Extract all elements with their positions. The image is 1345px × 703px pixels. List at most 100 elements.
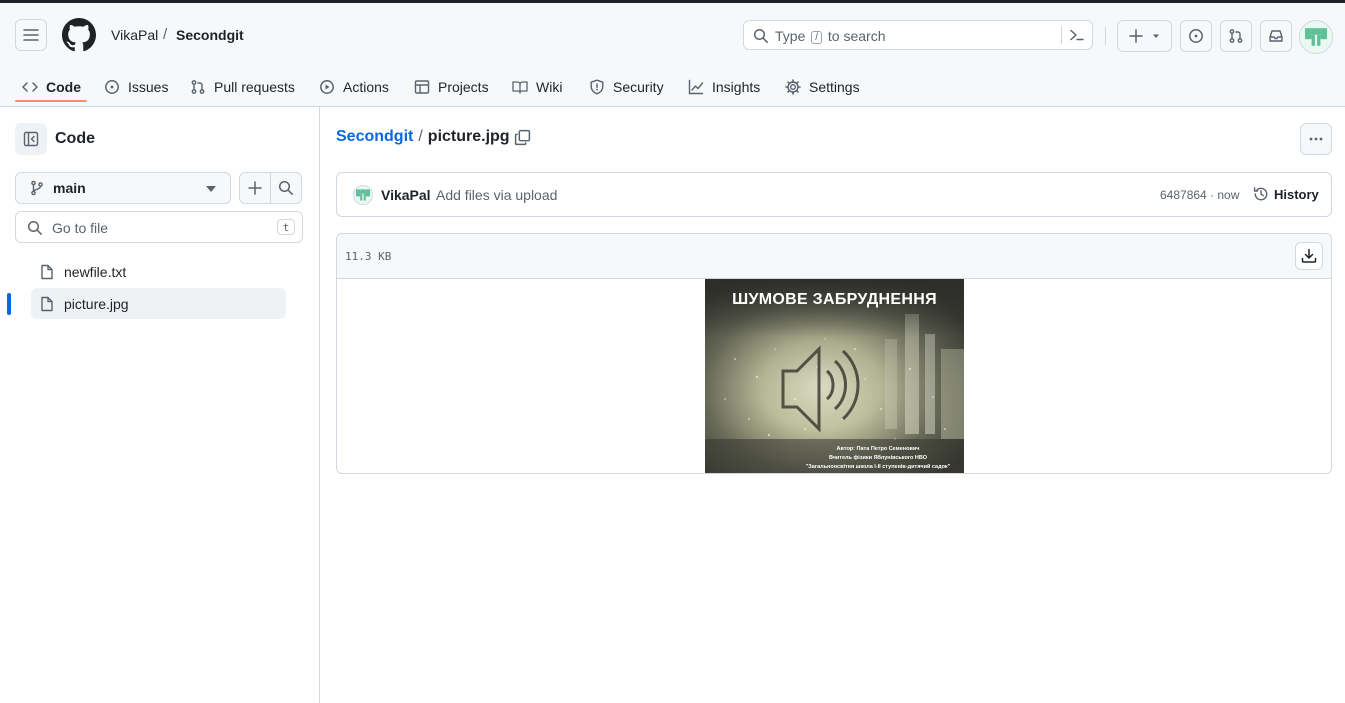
table-icon <box>414 80 430 94</box>
gear-icon <box>785 79 801 95</box>
breadcrumb-separator: / <box>163 26 168 43</box>
path-repo-link[interactable]: Secondgit <box>336 128 413 146</box>
global-header: VikaPal / Secondgit Type / to search Cod… <box>0 3 1345 107</box>
tab-settings[interactable]: Settings <box>785 67 860 107</box>
header-divider <box>1105 27 1106 45</box>
branch-selector[interactable]: main <box>15 172 231 204</box>
git-branch-icon <box>31 180 43 196</box>
tab-insights[interactable]: Insights <box>688 67 760 107</box>
branch-name: main <box>53 180 86 196</box>
file-icon <box>41 264 53 279</box>
tab-issues-label: Issues <box>128 79 169 95</box>
issue-opened-icon <box>105 80 119 94</box>
credit-line: Вчитель фізики Яблунівського НВО <box>828 455 928 461</box>
user-avatar[interactable] <box>1299 20 1333 54</box>
play-icon <box>320 80 334 94</box>
history-button[interactable]: History <box>1253 186 1319 202</box>
collapse-sidebar-button[interactable] <box>15 123 47 155</box>
preview-credits: Автор: Пата Петро Семенович Вчитель фізи… <box>793 445 963 472</box>
active-tab-indicator <box>15 100 87 102</box>
tab-wiki[interactable]: Wiki <box>512 67 562 107</box>
triangle-down-icon <box>206 186 216 192</box>
menu-button[interactable] <box>15 19 47 51</box>
commit-author-avatar[interactable] <box>353 185 373 205</box>
image-preview: ШУМОВЕ ЗАБРУДНЕННЯ Автор: Пата Петро Сем… <box>705 279 964 473</box>
code-icon <box>22 82 38 92</box>
tab-code-label: Code <box>46 79 81 95</box>
breadcrumb-repo[interactable]: Secondgit <box>176 27 244 43</box>
preview-title-text: ШУМОВЕ ЗАБРУДНЕННЯ <box>732 291 937 308</box>
book-icon <box>512 81 528 94</box>
tab-pull-requests-label: Pull requests <box>214 79 295 95</box>
tab-settings-label: Settings <box>809 79 860 95</box>
tab-pull-requests[interactable]: Pull requests <box>190 67 295 107</box>
tab-actions[interactable]: Actions <box>319 67 389 107</box>
triangle-down-icon <box>1152 34 1159 38</box>
latest-commit-bar: VikaPal Add files via upload 6487864 · n… <box>336 172 1332 217</box>
issues-button[interactable] <box>1180 20 1212 52</box>
sidebar-collapse-icon <box>23 131 39 147</box>
issue-opened-icon <box>1189 29 1203 43</box>
tab-issues[interactable]: Issues <box>104 67 168 107</box>
tree-item-label: newfile.txt <box>64 263 127 280</box>
commit-message-link[interactable]: Add files via upload <box>436 187 557 203</box>
file-header: 11.3 KB <box>337 234 1331 279</box>
tab-projects[interactable]: Projects <box>414 67 489 107</box>
file-path-breadcrumb: Secondgit / picture.jpg <box>336 128 510 146</box>
github-logo-icon[interactable] <box>62 18 96 52</box>
search-shortcut-key: / <box>811 31 823 44</box>
search-placeholder: Type / to search <box>775 28 886 44</box>
tree-item-picture[interactable]: picture.jpg <box>31 288 286 319</box>
go-to-file-input[interactable]: Go to file t <box>15 211 303 243</box>
credit-line: "Загальноосвітня школа І-ІІ ступенів-дит… <box>805 464 951 470</box>
breadcrumb-owner[interactable]: VikaPal <box>111 27 158 43</box>
tab-wiki-label: Wiki <box>536 79 563 95</box>
tab-insights-label: Insights <box>712 79 761 95</box>
commit-author-link[interactable]: VikaPal <box>381 187 431 203</box>
more-options-button[interactable] <box>1300 123 1332 155</box>
inbox-button[interactable] <box>1260 20 1292 52</box>
identicon-icon <box>356 189 370 201</box>
go-to-file-shortcut: t <box>277 219 295 235</box>
command-palette-icon[interactable] <box>1069 27 1085 43</box>
search-input[interactable]: Type / to search <box>743 20 1093 50</box>
repo-navigation: Code Issues Pull requests Actions Projec… <box>0 67 1345 107</box>
selected-item-marker <box>7 293 11 315</box>
path-separator: / <box>418 128 423 145</box>
kebab-horizontal-icon <box>1309 137 1323 141</box>
search-code-button[interactable] <box>270 172 302 204</box>
history-icon <box>1253 187 1268 201</box>
plus-icon <box>248 181 262 195</box>
search-icon <box>27 220 42 235</box>
tab-projects-label: Projects <box>438 79 489 95</box>
hamburger-icon <box>23 29 39 41</box>
tab-security[interactable]: Security <box>589 67 664 107</box>
sidebar-title: Code <box>55 130 95 147</box>
git-pull-request-icon <box>191 80 205 94</box>
plus-icon <box>1128 29 1143 43</box>
tab-actions-label: Actions <box>343 79 389 95</box>
file-size: 11.3 KB <box>345 250 392 263</box>
download-icon <box>1301 248 1317 263</box>
create-new-button[interactable] <box>1117 20 1172 52</box>
copy-icon[interactable] <box>514 129 531 146</box>
go-to-file-placeholder: Go to file <box>52 220 109 236</box>
file-icon <box>41 296 53 311</box>
identicon-icon <box>1305 28 1327 46</box>
shield-icon <box>590 79 604 95</box>
inbox-icon <box>1269 30 1283 42</box>
download-raw-button[interactable] <box>1295 242 1323 270</box>
credit-line: Автор: Пата Петро Семенович <box>836 446 920 452</box>
file-viewer: 11.3 KB ШУМОВЕ ЗАБРУДНЕННЯ Автор: Пата П… <box>336 233 1332 474</box>
search-icon <box>753 28 768 43</box>
git-pull-request-icon <box>1229 29 1243 43</box>
graph-icon <box>688 79 704 95</box>
file-tree-sidebar: Code main Go to file t newfile.txt pictu… <box>0 107 320 703</box>
search-divider <box>1061 26 1062 44</box>
pull-requests-button[interactable] <box>1220 20 1252 52</box>
tree-item-label: picture.jpg <box>64 295 129 312</box>
commit-sha-and-time[interactable]: 6487864 · now <box>1160 188 1239 202</box>
tab-security-label: Security <box>613 79 664 95</box>
add-file-button[interactable] <box>239 172 271 204</box>
tree-item-newfile[interactable]: newfile.txt <box>31 256 286 287</box>
